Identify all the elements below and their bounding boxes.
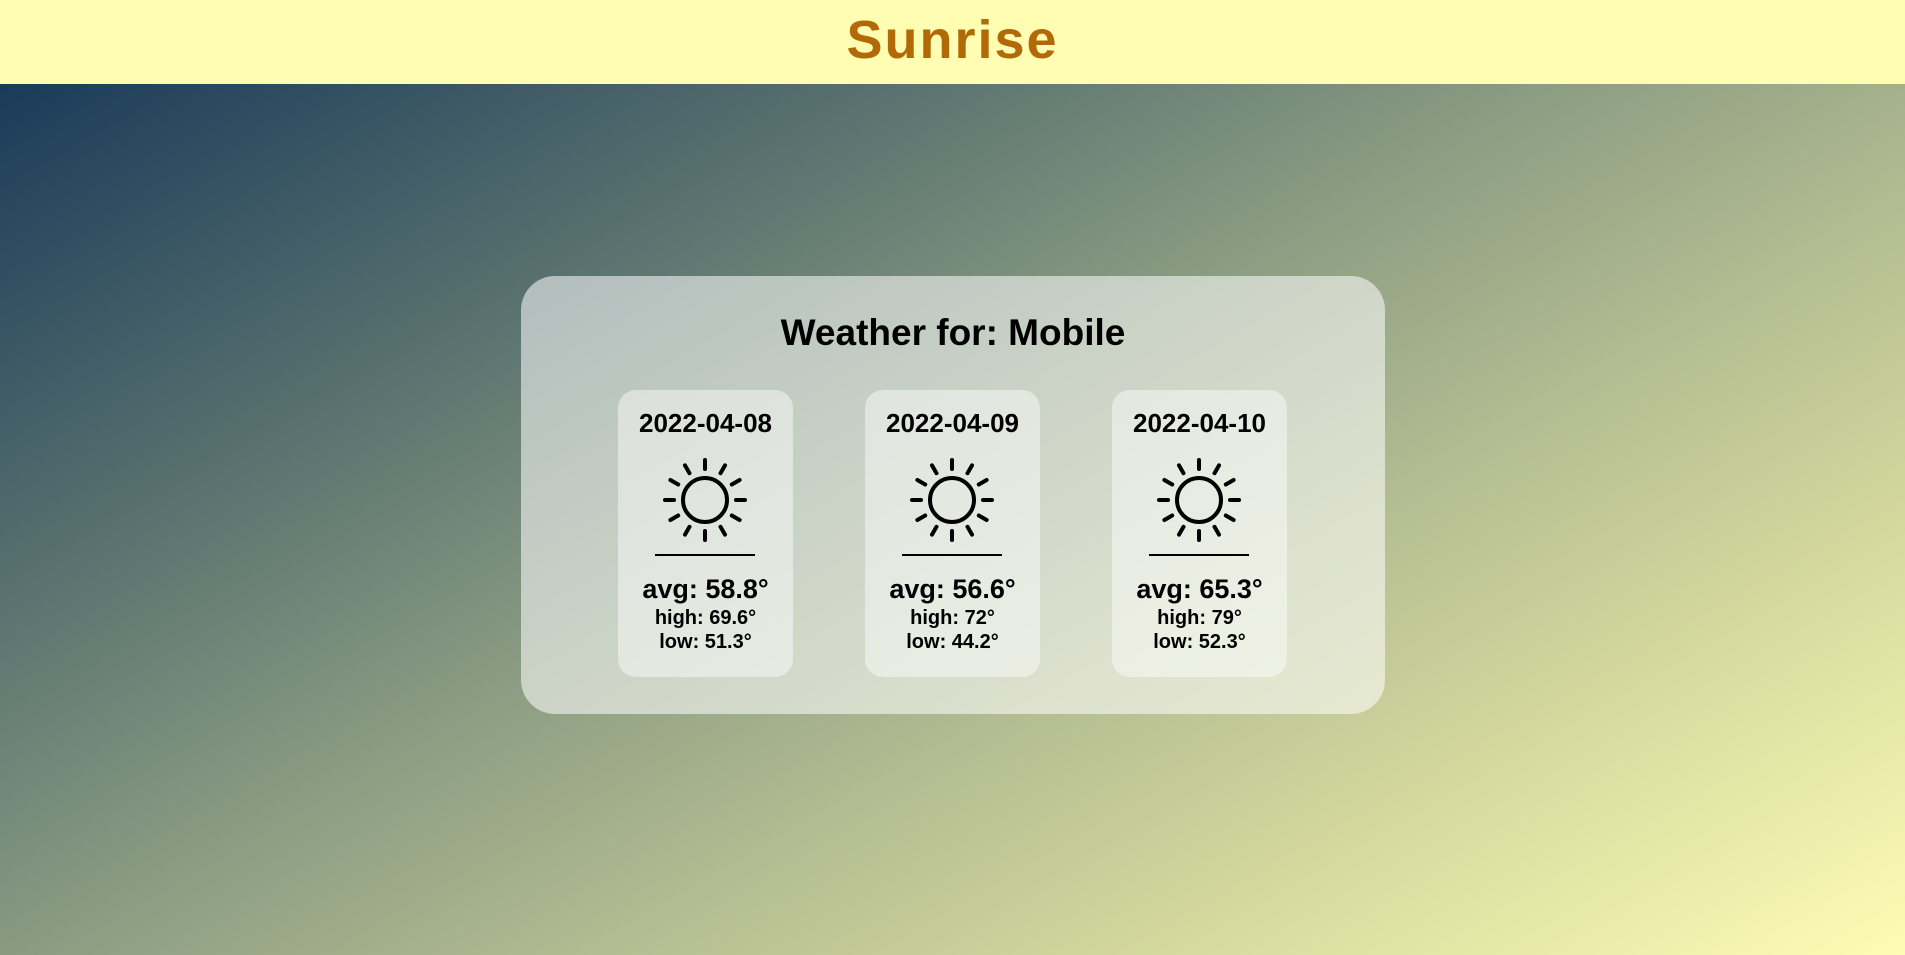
forecast-date: 2022-04-09 [886,408,1019,438]
weather-panel: Weather for: Mobile 2022-04-08 avg: 58.8… [521,276,1385,714]
high-temp: high: 72° [910,607,995,629]
forecast-card: 2022-04-09 avg: 56.6° high: 72° low: 44.… [865,390,1040,677]
low-temp: low: 44.2° [906,631,999,653]
card-divider [902,554,1002,556]
high-temp: high: 79° [1157,607,1242,629]
main-background: Weather for: Mobile 2022-04-08 avg: 58.8… [0,84,1905,955]
brand-title[interactable]: Sunrise [846,9,1058,71]
low-temp: low: 51.3° [659,631,752,653]
avg-temp: avg: 56.6° [889,574,1016,604]
forecast-date: 2022-04-08 [639,408,772,438]
sun-icon [910,458,994,542]
low-temp: low: 52.3° [1153,631,1246,653]
high-temp: high: 69.6° [654,607,757,629]
forecast-card: 2022-04-08 avg: 58.8° high: 69.6° low: 5… [618,390,793,677]
panel-title: Weather for: Mobile [780,312,1126,353]
card-divider [655,554,755,556]
forecast-card: 2022-04-10 avg: 65.3° high: 79° low: 52.… [1112,390,1287,677]
avg-temp: avg: 58.8° [642,574,769,604]
sun-icon [1157,458,1241,542]
forecast-date: 2022-04-10 [1133,408,1266,438]
app-header: Sunrise [0,0,1905,84]
card-divider [1149,554,1249,556]
avg-temp: avg: 65.3° [1136,574,1263,604]
sun-icon [663,458,747,542]
